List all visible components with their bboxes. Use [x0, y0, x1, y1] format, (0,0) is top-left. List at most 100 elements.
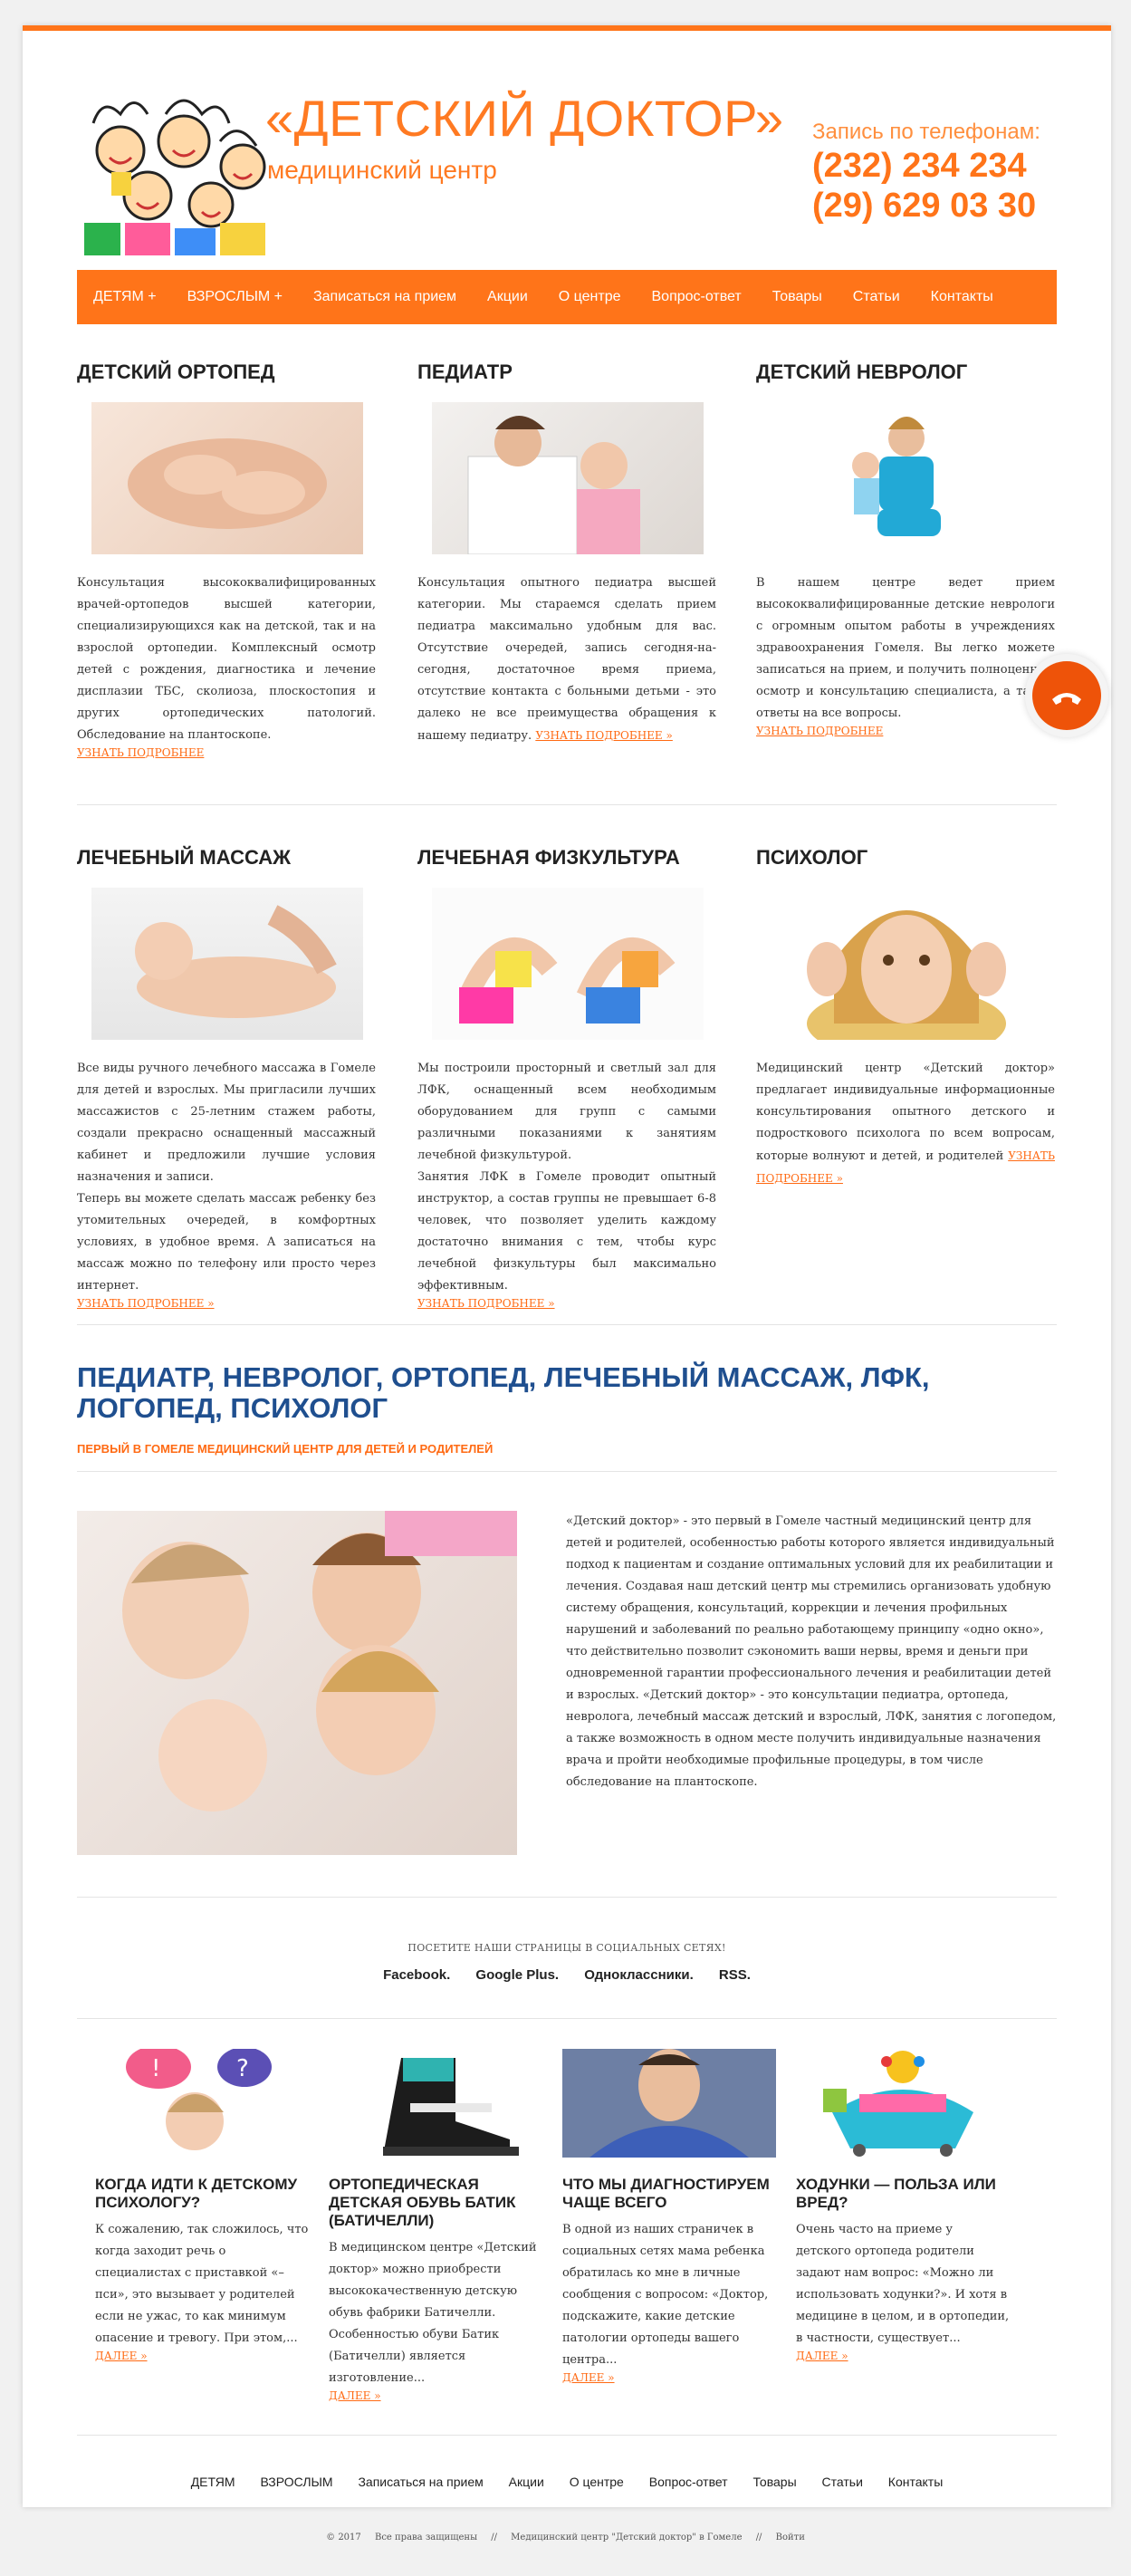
- post-card-shoes: ОРТОПЕДИЧЕСКАЯ ДЕТСКАЯ ОБУВЬ БАТИК (БАТИ…: [329, 2049, 542, 2402]
- footer-link-appointment[interactable]: Записаться на прием: [358, 2475, 483, 2489]
- copyright-year: © 2017: [326, 2533, 361, 2542]
- post-image[interactable]: [796, 2049, 1010, 2158]
- neurologist-photo[interactable]: [771, 402, 1042, 554]
- nav-item-children[interactable]: ДЕТЯМ +: [93, 289, 157, 305]
- svg-text:!: !: [151, 2055, 160, 2082]
- read-more-link[interactable]: ДАЛЕЕ »: [796, 2350, 1010, 2362]
- physiotherapy-photo[interactable]: [432, 888, 704, 1040]
- learn-more-link[interactable]: УЗНАТЬ ПОДРОБНЕЕ »: [535, 729, 673, 742]
- svg-text:?: ?: [236, 2055, 249, 2082]
- post-title[interactable]: ХОДУНКИ — ПОЛЬЗА ИЛИ ВРЕД?: [796, 2176, 1010, 2212]
- callback-button[interactable]: [1025, 654, 1108, 737]
- phone-icon: [1032, 661, 1101, 730]
- divider: [77, 2435, 1057, 2436]
- post-image[interactable]: [329, 2049, 542, 2158]
- post-title[interactable]: КОГДА ИДТИ К ДЕТСКОМУ ПСИХОЛОГУ?: [95, 2176, 309, 2212]
- divider: [77, 1324, 1057, 1325]
- service-title[interactable]: ПСИХОЛОГ: [756, 846, 1055, 870]
- post-excerpt: В медицинском центре «Детский доктор» мо…: [329, 2241, 537, 2385]
- phone-label: Запись по телефонам:: [812, 120, 1040, 144]
- about-title: ПЕДИАТР, НЕВРОЛОГ, ОРТОПЕД, ЛЕЧЕБНЫЙ МАС…: [77, 1361, 930, 1424]
- learn-more-link[interactable]: УЗНАТЬ ПОДРОБНЕЕ: [77, 746, 376, 759]
- service-description: Консультация высококвалифицированных вра…: [77, 576, 376, 742]
- footer-link-children[interactable]: ДЕТЯМ: [191, 2475, 235, 2489]
- nav-item-promotions[interactable]: Акции: [487, 289, 528, 305]
- service-title[interactable]: ДЕТСКИЙ ОРТОПЕД: [77, 360, 376, 384]
- logo-image[interactable]: [75, 87, 282, 255]
- nav-item-faq[interactable]: Вопрос-ответ: [652, 289, 742, 305]
- login-link[interactable]: Войти: [776, 2533, 805, 2542]
- separator: //: [755, 2533, 762, 2542]
- post-card-psychologist: !? КОГДА ИДТИ К ДЕТСКОМУ ПСИХОЛОГУ? К со…: [95, 2049, 309, 2362]
- service-card-neurologist: ДЕТСКИЙ НЕВРОЛОГ В нашем центре ведет пр…: [756, 360, 1055, 737]
- copyright-center[interactable]: Медицинский центр "Детский доктор" в Гом…: [511, 2533, 742, 2542]
- family-photo: [77, 1511, 517, 1855]
- post-image[interactable]: !?: [95, 2049, 309, 2158]
- footer-link-promotions[interactable]: Акции: [509, 2475, 544, 2489]
- read-more-link[interactable]: ДАЛЕЕ »: [562, 2371, 776, 2384]
- facebook-link[interactable]: Facebook.: [383, 1967, 450, 1983]
- separator: //: [491, 2533, 497, 2542]
- service-card-massage: ЛЕЧЕБНЫЙ МАССАЖ Все виды ручного лечебно…: [77, 846, 376, 1310]
- phone-number-2[interactable]: (29) 629 03 30: [812, 187, 1036, 226]
- service-card-pediatrician: ПЕДИАТР Консультация опытного педиатра в…: [417, 360, 716, 747]
- service-title[interactable]: ЛЕЧЕБНАЯ ФИЗКУЛЬТУРА: [417, 846, 716, 870]
- nav-item-adults[interactable]: ВЗРОСЛЫМ +: [187, 289, 283, 305]
- post-card-walkers: ХОДУНКИ — ПОЛЬЗА ИЛИ ВРЕД? Очень часто н…: [796, 2049, 1010, 2362]
- site-title[interactable]: «ДЕТСКИЙ ДОКТОР»: [265, 89, 783, 148]
- about-subtitle: ПЕРВЫЙ В ГОМЕЛЕ МЕДИЦИНСКИЙ ЦЕНТР ДЛЯ ДЕ…: [77, 1442, 494, 1456]
- post-title[interactable]: ЧТО МЫ ДИАГНОСТИРУЕМ ЧАЩЕ ВСЕГО: [562, 2176, 776, 2212]
- rss-link[interactable]: RSS.: [719, 1967, 751, 1983]
- nav-item-products[interactable]: Товары: [772, 289, 822, 305]
- service-description: Консультация опытного педиатра высшей ка…: [417, 572, 716, 747]
- footer-link-contacts[interactable]: Контакты: [888, 2475, 943, 2489]
- post-excerpt: Очень часто на приеме у детского ортопед…: [796, 2223, 1010, 2345]
- learn-more-link[interactable]: УЗНАТЬ ПОДРОБНЕЕ: [756, 725, 1055, 737]
- pediatrician-photo[interactable]: [432, 402, 704, 554]
- social-label: ПОСЕТИТЕ НАШИ СТРАНИЦЫ В СОЦИАЛЬНЫХ СЕТЯ…: [407, 1942, 726, 1954]
- divider: [77, 1897, 1057, 1898]
- read-more-link[interactable]: ДАЛЕЕ »: [95, 2350, 309, 2362]
- odnoklassniki-link[interactable]: Одноклассники.: [584, 1967, 693, 1983]
- page-container: «ДЕТСКИЙ ДОКТОР» медицинский центр Запис…: [23, 25, 1111, 2507]
- about-text: «Детский доктор» - это первый в Гомеле ч…: [566, 1514, 1057, 1789]
- main-navigation: ДЕТЯМ + ВЗРОСЛЫМ + Записаться на прием А…: [77, 270, 1057, 324]
- footer-link-products[interactable]: Товары: [752, 2475, 796, 2489]
- massage-photo[interactable]: [91, 888, 363, 1040]
- post-image[interactable]: [562, 2049, 776, 2158]
- post-excerpt: В одной из наших страничек в социальных …: [562, 2223, 769, 2367]
- read-more-link[interactable]: ДАЛЕЕ »: [329, 2389, 542, 2402]
- service-title[interactable]: ЛЕЧЕБНЫЙ МАССАЖ: [77, 846, 376, 870]
- divider: [77, 804, 1057, 805]
- learn-more-link[interactable]: УЗНАТЬ ПОДРОБНЕЕ »: [77, 1297, 376, 1310]
- service-description: Мы построили просторный и светлый зал дл…: [417, 1062, 716, 1293]
- learn-more-link[interactable]: УЗНАТЬ ПОДРОБНЕЕ »: [417, 1297, 716, 1310]
- nav-item-about[interactable]: О центре: [559, 289, 621, 305]
- service-title[interactable]: ДЕТСКИЙ НЕВРОЛОГ: [756, 360, 1055, 384]
- service-card-psychologist: ПСИХОЛОГ Медицинский центр «Детский докт…: [756, 846, 1055, 1190]
- service-description: Медицинский центр «Детский доктор» предл…: [756, 1058, 1055, 1190]
- orthopedist-photo[interactable]: [91, 402, 363, 554]
- nav-item-contacts[interactable]: Контакты: [931, 289, 993, 305]
- social-links: Facebook. Google Plus. Одноклассники. RS…: [23, 1967, 1111, 1983]
- footer-navigation: ДЕТЯМ ВЗРОСЛЫМ Записаться на прием Акции…: [23, 2475, 1111, 2489]
- service-description: Все виды ручного лечебного массажа в Гом…: [77, 1062, 376, 1293]
- post-title[interactable]: ОРТОПЕДИЧЕСКАЯ ДЕТСКАЯ ОБУВЬ БАТИК (БАТИ…: [329, 2176, 542, 2230]
- nav-item-articles[interactable]: Статьи: [853, 289, 900, 305]
- footer-link-faq[interactable]: Вопрос-ответ: [649, 2475, 728, 2489]
- service-description-text: Консультация опытного педиатра высшей ка…: [417, 576, 716, 743]
- divider: [77, 1471, 1057, 1472]
- service-description: В нашем центре ведет прием высококвалифи…: [756, 576, 1055, 720]
- google-plus-link[interactable]: Google Plus.: [475, 1967, 559, 1983]
- copyright-bar: © 2017 Все права защищены // Медицинский…: [0, 2533, 1131, 2542]
- footer-link-articles[interactable]: Статьи: [822, 2475, 863, 2489]
- service-card-physiotherapy: ЛЕЧЕБНАЯ ФИЗКУЛЬТУРА Мы построили просто…: [417, 846, 716, 1310]
- footer-link-adults[interactable]: ВЗРОСЛЫМ: [260, 2475, 332, 2489]
- footer-link-about[interactable]: О центре: [570, 2475, 624, 2489]
- post-card-diagnosis: ЧТО МЫ ДИАГНОСТИРУЕМ ЧАЩЕ ВСЕГО В одной …: [562, 2049, 776, 2384]
- psychologist-photo[interactable]: [771, 888, 1042, 1040]
- phone-number-1[interactable]: (232) 234 234: [812, 147, 1027, 186]
- nav-item-appointment[interactable]: Записаться на прием: [313, 289, 456, 305]
- service-description-text: Медицинский центр «Детский доктор» предл…: [756, 1062, 1055, 1163]
- service-title[interactable]: ПЕДИАТР: [417, 360, 716, 384]
